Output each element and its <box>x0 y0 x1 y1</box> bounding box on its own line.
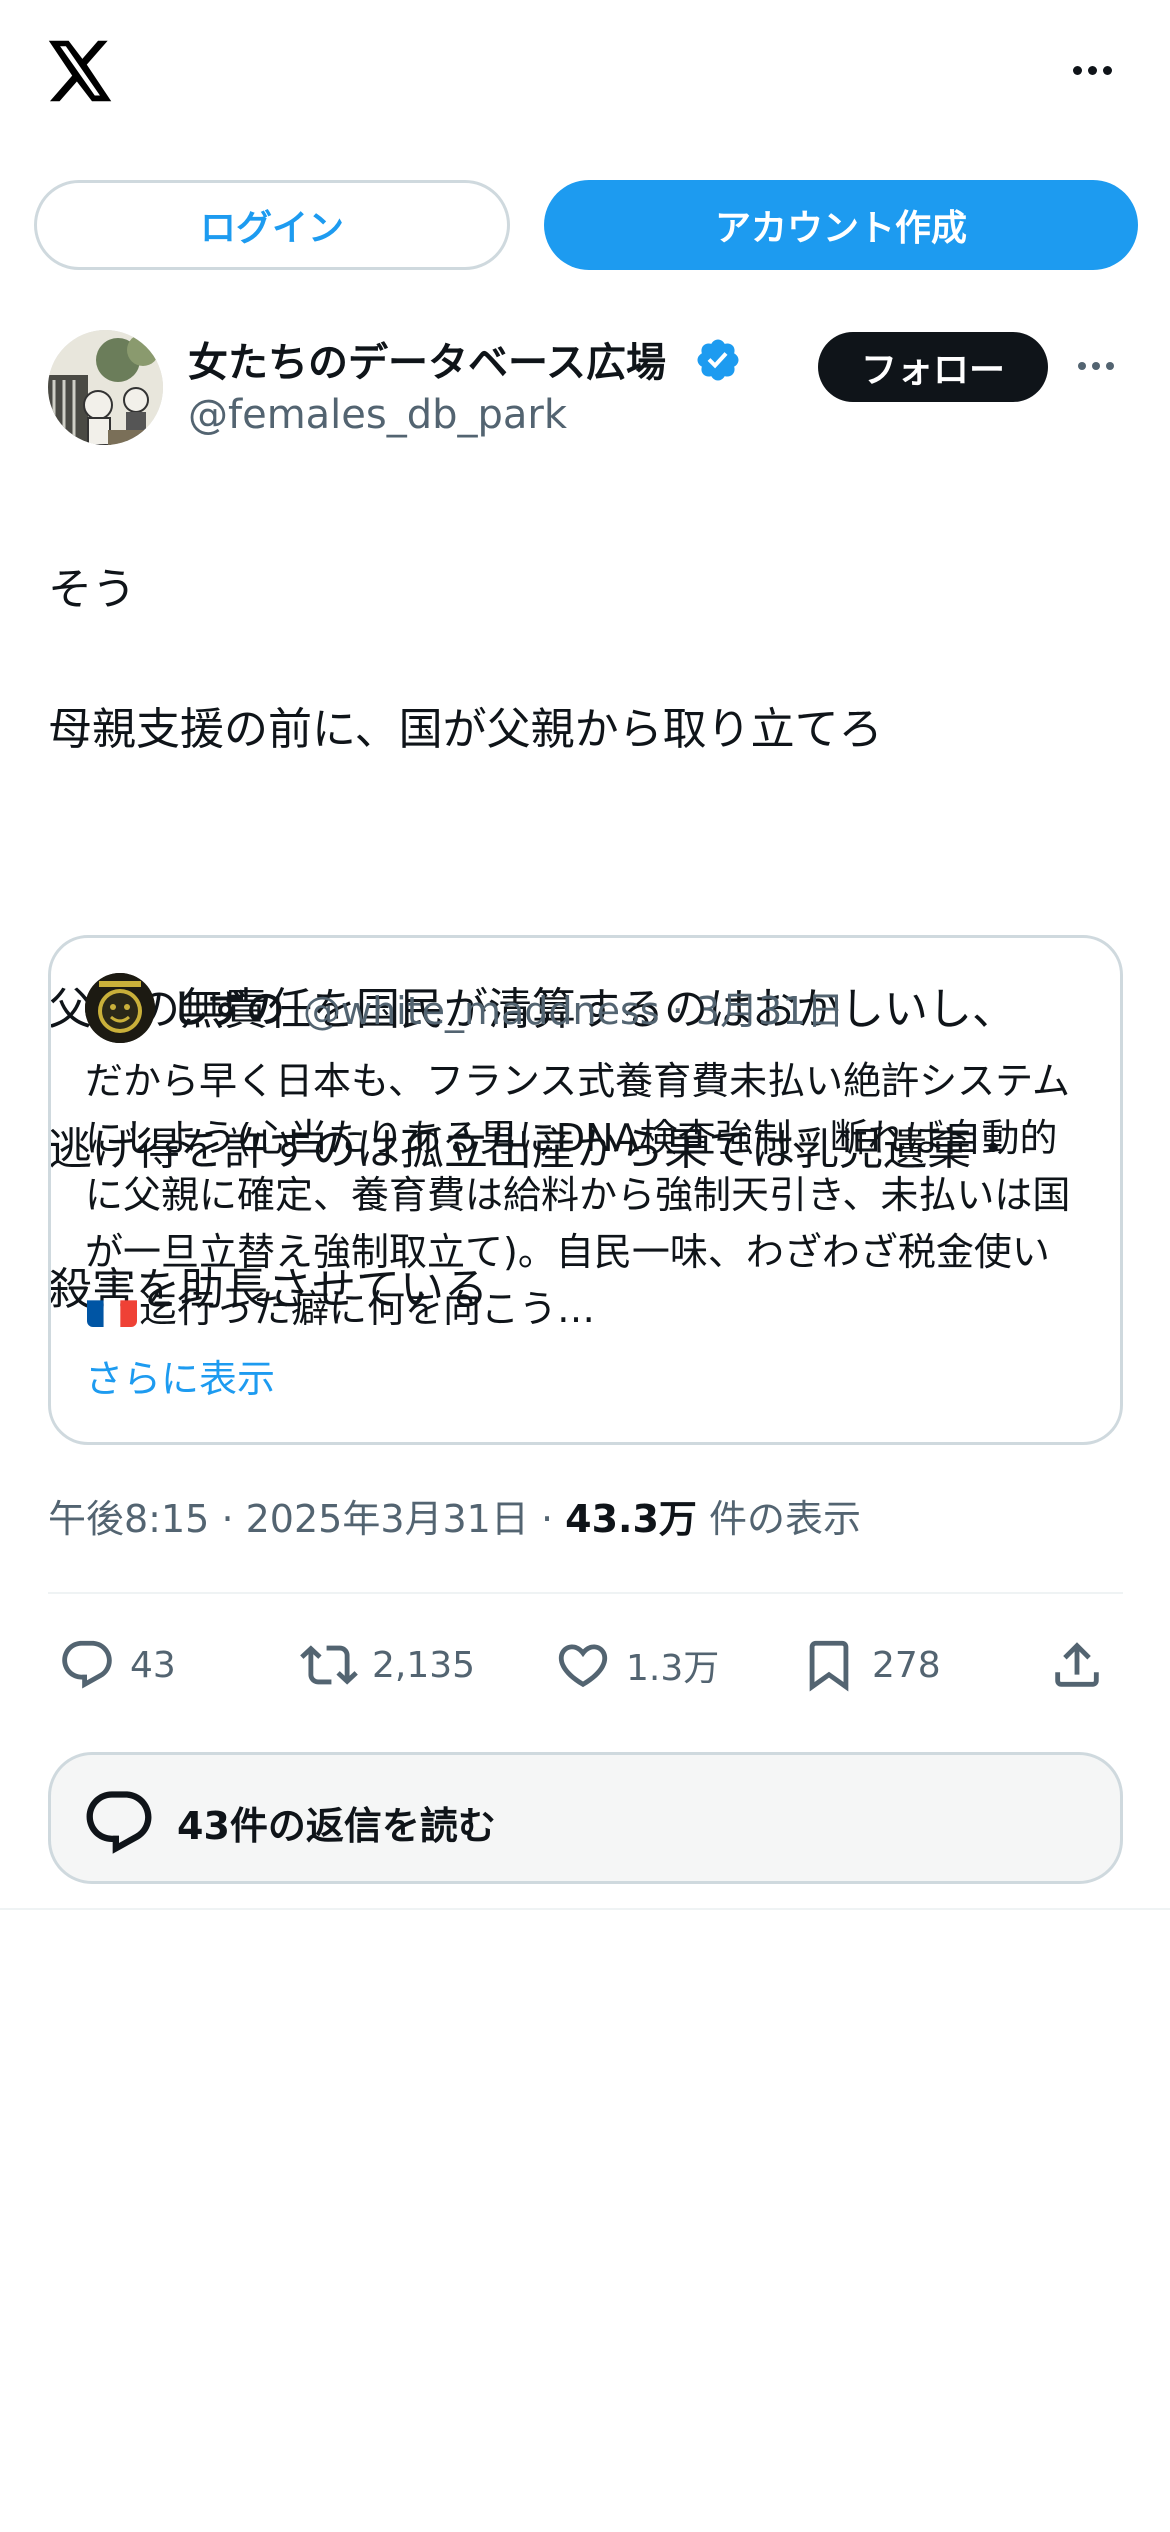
auth-buttons: ログイン アカウント作成 <box>34 180 1138 270</box>
tweet-date[interactable]: 2025年3月31日 <box>246 1497 529 1541</box>
quote-text-tail: 迄行った癖に何を向こう… <box>139 1287 596 1331</box>
bookmark-button[interactable]: 278 <box>800 1625 941 1705</box>
login-button[interactable]: ログイン <box>34 180 510 270</box>
quote-avatar[interactable] <box>85 973 155 1043</box>
france-flag-icon <box>87 1293 137 1327</box>
signup-button[interactable]: アカウント作成 <box>544 180 1138 270</box>
show-more-link[interactable]: さらに表示 <box>85 1348 275 1403</box>
meta-separator: · <box>540 1497 554 1541</box>
meta-separator: · <box>671 989 684 1033</box>
read-replies-button[interactable]: 43件の返信を読む <box>48 1752 1123 1884</box>
quote-handle[interactable]: @white_maddness <box>303 989 660 1033</box>
reply-button[interactable]: 43 <box>58 1625 176 1705</box>
more-horizontal-icon[interactable] <box>1073 66 1112 75</box>
quote-meta: @white_maddness · 3月31日 <box>303 980 844 1035</box>
bookmark-icon <box>809 1640 849 1692</box>
tweet-author: 女たちのデータベース広場 @females_db_park フォロー <box>48 330 1128 450</box>
reply-icon <box>62 1640 112 1689</box>
avatar[interactable] <box>48 330 163 445</box>
follow-button[interactable]: フォロー <box>818 332 1048 402</box>
top-bar <box>0 0 1170 150</box>
tweet-line: そう <box>48 564 136 615</box>
tweet-line: 母親支援の前に、国が父親から取り立てろ <box>48 704 883 755</box>
x-logo-icon[interactable] <box>48 40 114 102</box>
read-replies-label: 43件の返信を読む <box>177 1804 496 1848</box>
verified-badge-icon <box>697 339 739 381</box>
quote-text: だから早く日本も、フランス式養育費未払い絶許システムにしよう(心当たりある男にD… <box>85 1053 1095 1338</box>
divider <box>0 1908 1170 1910</box>
tweet-more-icon[interactable] <box>1078 362 1114 370</box>
like-button[interactable]: 1.3万 <box>554 1625 719 1705</box>
replies-bubble-icon <box>86 1791 152 1854</box>
views-label: 件の表示 <box>709 1497 862 1541</box>
bookmark-count: 278 <box>872 1644 941 1686</box>
meta-separator: · <box>221 1497 234 1541</box>
quote-date[interactable]: 3月31日 <box>696 989 845 1033</box>
tweet-time[interactable]: 午後8:15 <box>48 1497 209 1541</box>
tweet-timestamp: 午後8:15 · 2025年3月31日 · 43.3万 件の表示 <box>48 1488 861 1543</box>
views-count: 43.3万 <box>565 1497 697 1541</box>
reply-count: 43 <box>130 1644 176 1686</box>
author-handle[interactable]: @females_db_park <box>188 392 567 438</box>
retweet-count: 2,135 <box>372 1644 476 1686</box>
quote-text-main: だから早く日本も、フランス式養育費未払い絶許システムにしよう(心当たりある男にD… <box>85 1059 1071 1274</box>
share-icon <box>1055 1642 1099 1687</box>
tweet-actions: 43 2,135 1.3万 278 <box>48 1625 1123 1705</box>
share-button[interactable] <box>1048 1625 1106 1705</box>
author-name[interactable]: 女たちのデータベース広場 <box>188 330 666 388</box>
retweet-button[interactable]: 2,135 <box>300 1625 475 1705</box>
quote-author-name[interactable]: しずの <box>171 978 284 1033</box>
heart-icon <box>558 1644 608 1688</box>
retweet-icon <box>300 1645 358 1685</box>
divider <box>48 1592 1123 1594</box>
like-count: 1.3万 <box>626 1648 720 1689</box>
quoted-tweet[interactable]: しずの @white_maddness · 3月31日 だから早く日本も、フラン… <box>48 935 1123 1445</box>
